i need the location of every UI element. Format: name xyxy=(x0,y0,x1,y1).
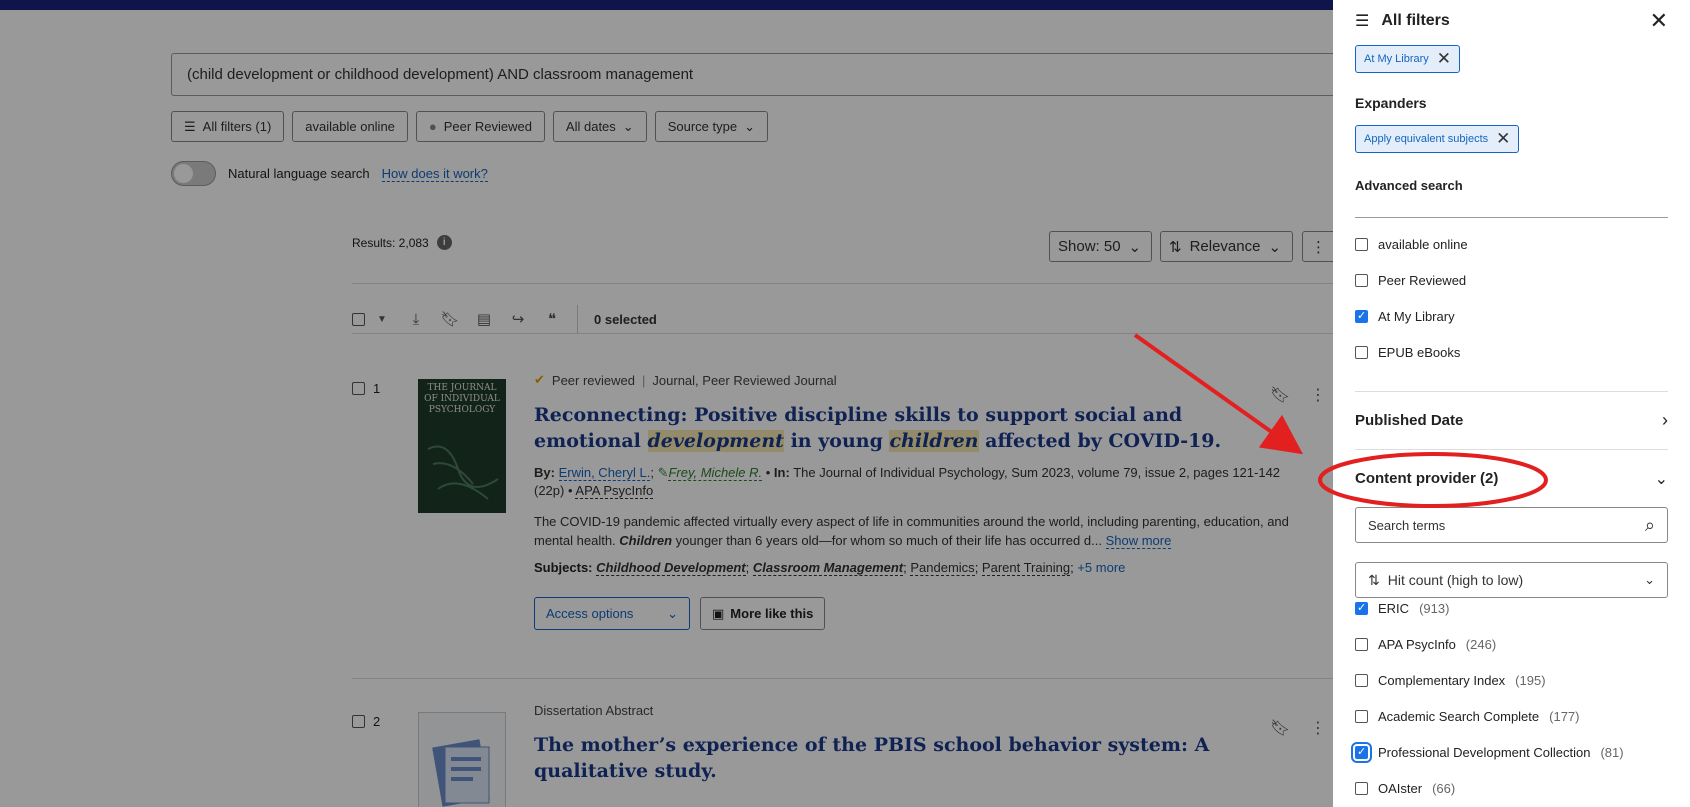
provider-label: Professional Development Collection xyxy=(1378,744,1591,760)
advanced-option[interactable]: Peer Reviewed xyxy=(1355,262,1668,298)
checkbox[interactable] xyxy=(1355,709,1368,723)
tag-label: At My Library xyxy=(1364,53,1429,65)
option-label: available online xyxy=(1378,236,1468,252)
advanced-option[interactable]: available online xyxy=(1355,226,1668,262)
checkbox[interactable] xyxy=(1355,781,1368,795)
expanders-label: Expanders xyxy=(1355,95,1427,111)
filter-icon: ☰ xyxy=(1355,13,1370,30)
advanced-options: available online Peer Reviewed At My Lib… xyxy=(1355,226,1668,370)
placeholder: Search terms xyxy=(1368,517,1446,533)
checkbox[interactable] xyxy=(1355,637,1368,651)
chevron-down-icon: ⌄ xyxy=(1654,470,1668,488)
option-label: Peer Reviewed xyxy=(1378,272,1467,288)
applied-filter-tag[interactable]: At My Library ✕ xyxy=(1355,45,1461,73)
applied-filters: At My Library ✕ xyxy=(1355,45,1668,73)
provider-count: (195) xyxy=(1515,672,1546,688)
panel-header: ☰ All filters ✕ xyxy=(1333,0,1690,42)
option-label: At My Library xyxy=(1378,308,1455,324)
advanced-search-section: Advanced search available online Peer Re… xyxy=(1355,178,1668,370)
checkbox[interactable] xyxy=(1355,673,1368,687)
modal-backdrop[interactable] xyxy=(0,0,1333,807)
provider-option[interactable]: APA PsycInfo (246) xyxy=(1355,626,1668,662)
content-provider-accordion[interactable]: Content provider (2) ⌄ xyxy=(1355,449,1668,507)
advanced-search-label: Advanced search xyxy=(1355,178,1668,218)
provider-option[interactable]: Complementary Index (195) xyxy=(1355,662,1668,698)
provider-label: ERIC xyxy=(1378,600,1410,616)
provider-label: Complementary Index xyxy=(1378,672,1506,688)
published-date-accordion[interactable]: Published Date › xyxy=(1355,391,1668,449)
option-label: EPUB eBooks xyxy=(1378,344,1461,360)
all-filters-panel: ☰ All filters ✕ At My Library ✕ Expanders… xyxy=(1333,0,1690,807)
provider-label: Academic Search Complete xyxy=(1378,708,1540,724)
panel-title: All filters xyxy=(1381,12,1450,29)
remove-icon[interactable]: ✕ xyxy=(1437,49,1451,69)
search-icon[interactable]: ⌕ xyxy=(1645,515,1655,536)
expanders-section: Expanders Apply equivalent subjects ✕ xyxy=(1355,95,1668,153)
provider-list: ERIC (913) APA PsycInfo (246) Complementar… xyxy=(1351,590,1668,806)
provider-count: (66) xyxy=(1432,780,1456,796)
checkbox[interactable] xyxy=(1355,273,1368,287)
provider-count: (81) xyxy=(1600,744,1624,760)
expander-tag[interactable]: Apply equivalent subjects ✕ xyxy=(1355,125,1520,153)
provider-count: (246) xyxy=(1465,636,1497,652)
sort-label: Hit count (high to low) xyxy=(1387,571,1524,588)
provider-count: (913) xyxy=(1419,600,1450,616)
sort-icon: ⇅ xyxy=(1368,571,1380,588)
chevron-down-icon: ⌄ xyxy=(1644,572,1655,587)
provider-count: (177) xyxy=(1549,708,1580,724)
close-icon[interactable]: ✕ xyxy=(1650,8,1668,34)
checkbox[interactable] xyxy=(1355,601,1368,615)
tag-label: Apply equivalent subjects xyxy=(1364,133,1489,145)
search-terms-input[interactable]: Search terms ⌕ xyxy=(1355,507,1668,543)
checkbox[interactable] xyxy=(1351,741,1372,763)
advanced-option[interactable]: At My Library xyxy=(1355,298,1668,334)
content-provider-section: Content provider (2) ⌄ Search terms ⌕ ⇅ Hit… xyxy=(1351,449,1668,806)
provider-option[interactable]: Professional Development Collection (81) xyxy=(1351,734,1668,770)
checkbox[interactable] xyxy=(1355,309,1368,323)
checkbox[interactable] xyxy=(1355,237,1368,251)
remove-icon[interactable]: ✕ xyxy=(1496,129,1510,149)
published-date-label: Published Date xyxy=(1355,412,1464,429)
chevron-right-icon: › xyxy=(1662,410,1668,430)
provider-label: APA PsycInfo xyxy=(1378,636,1456,652)
provider-option[interactable]: Academic Search Complete (177) xyxy=(1355,698,1668,734)
advanced-option[interactable]: EPUB eBooks xyxy=(1355,334,1668,370)
checkbox[interactable] xyxy=(1355,345,1368,359)
provider-label: OAIster xyxy=(1378,780,1423,796)
provider-option[interactable]: ERIC (913) xyxy=(1355,590,1668,626)
content-provider-label: Content provider (2) xyxy=(1355,470,1499,487)
provider-option[interactable]: OAIster (66) xyxy=(1355,770,1668,806)
